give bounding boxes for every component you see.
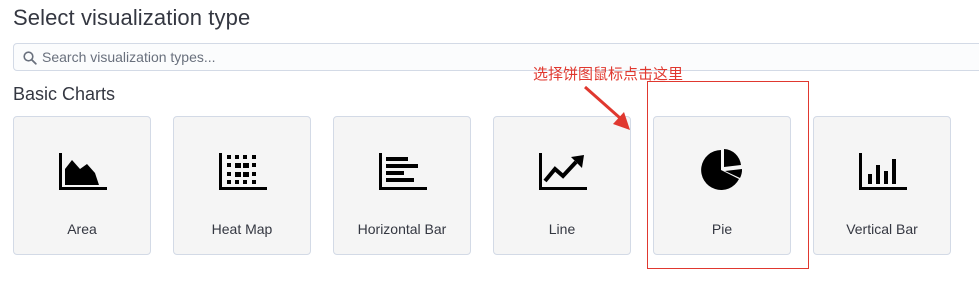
- card-label: Horizontal Bar: [357, 221, 447, 237]
- card-area[interactable]: Area: [13, 116, 151, 255]
- line-chart-icon: [539, 153, 587, 190]
- search-field[interactable]: [13, 43, 979, 71]
- section-title: Basic Charts: [13, 84, 116, 104]
- area-chart-icon: [59, 153, 107, 190]
- card-label: Area: [67, 221, 97, 237]
- page-title: Select visualization type: [13, 5, 251, 30]
- card-horizontal-bar[interactable]: Horizontal Bar: [333, 116, 471, 255]
- card-heat-map[interactable]: Heat Map: [173, 116, 311, 255]
- horizontal-bar-icon: [379, 153, 427, 190]
- annotation-text: 选择饼图鼠标点击这里: [533, 65, 684, 83]
- card-vertical-bar[interactable]: Vertical Bar: [813, 116, 951, 255]
- heat-map-icon: [219, 153, 267, 190]
- annotation-arrow-icon: [584, 85, 630, 130]
- card-label: Heat Map: [211, 221, 273, 237]
- card-line[interactable]: Line: [493, 116, 631, 255]
- annotation-highlight-box: [647, 81, 809, 269]
- card-label: Line: [548, 221, 576, 237]
- search-input[interactable]: [42, 44, 942, 70]
- card-label: Vertical Bar: [846, 221, 918, 237]
- search-icon: [23, 51, 37, 65]
- vertical-bar-icon: [859, 153, 907, 190]
